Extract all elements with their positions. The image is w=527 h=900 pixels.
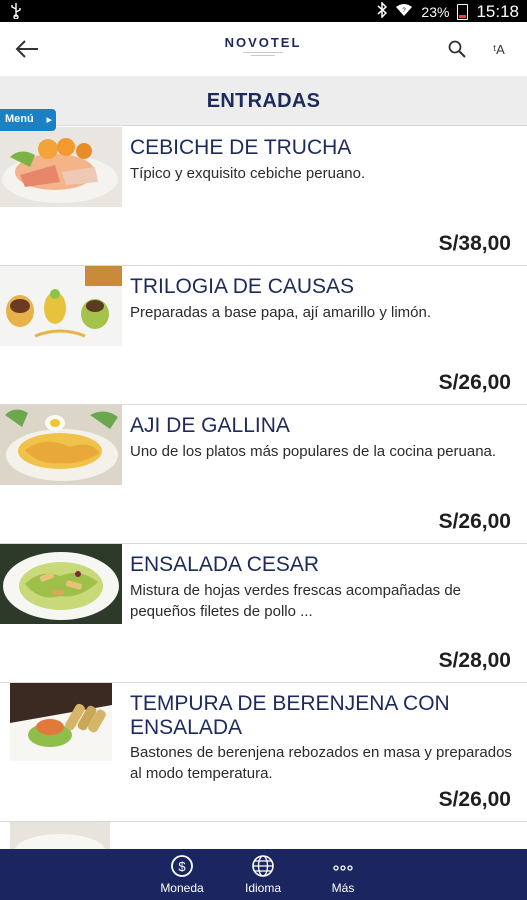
dish-name: TRILOGIA DE CAUSAS [130, 275, 355, 298]
dish-description: Típico y exquisito cebiche peruano. [130, 165, 366, 182]
bluetooth-icon [377, 1, 388, 22]
nav-mas[interactable]: Más [308, 853, 378, 896]
logo-text: NOVOTEL [224, 35, 302, 50]
dish-photo [0, 544, 122, 624]
dish-description: Mistura de hojas verdes frescas acompaña… [130, 582, 462, 620]
battery-icon [457, 4, 469, 20]
arrow-left-icon [15, 40, 38, 58]
dish-price: S/26,00 [438, 371, 511, 394]
menu-item[interactable]: TRILOGIA DE CAUSAS Preparadas a base pap… [0, 266, 527, 405]
dish-name: TEMPURA DE BERENJENA CON ENSALADA [130, 692, 450, 739]
wifi-icon: ? [395, 3, 413, 21]
app-bar: NOVOTEL ᵗA [0, 22, 527, 76]
menu-tab-label: Menú [5, 113, 34, 125]
dish-name: ENSALADA CESAR [130, 553, 320, 576]
text-size-button[interactable]: ᵗA [484, 34, 514, 64]
menu-item-partial[interactable] [0, 822, 527, 852]
dish-price: S/26,00 [438, 788, 511, 811]
nav-moneda[interactable]: $ Moneda [147, 853, 217, 896]
search-icon [448, 40, 466, 58]
dish-price: S/26,00 [438, 510, 511, 533]
dish-description: Preparadas a base papa, ají amarillo y l… [130, 304, 431, 321]
dish-name: AJI DE GALLINA [130, 414, 290, 437]
svg-text:$: $ [178, 859, 186, 874]
dish-photo [10, 683, 112, 761]
usb-icon [10, 3, 22, 22]
chevron-right-icon: ▸ [46, 114, 52, 126]
bottom-nav: $ Moneda Idioma Más [0, 849, 527, 900]
menu-item[interactable]: AJI DE GALLINA Uno de los platos más pop… [0, 405, 527, 544]
dish-description: Uno de los platos más populares de la co… [130, 443, 497, 460]
dish-photo [10, 822, 110, 852]
battery-percent: 23% [421, 4, 450, 20]
text-size-icon: ᵗA [493, 41, 505, 57]
section-header: ENTRADAS [0, 76, 527, 126]
novotel-logo: NOVOTEL [203, 36, 323, 56]
search-button[interactable] [442, 34, 472, 64]
globe-icon [228, 853, 298, 879]
more-dots-icon [308, 853, 378, 879]
back-button[interactable] [10, 32, 44, 66]
currency-icon: $ [147, 853, 217, 879]
dish-photo [0, 266, 122, 346]
nav-idioma[interactable]: Idioma [228, 853, 298, 896]
dish-description: Bastones de berenjena rebozados en masa … [130, 744, 512, 782]
menu-tab[interactable]: Menú ▸ [0, 109, 56, 131]
dish-name: CEBICHE DE TRUCHA [130, 136, 352, 159]
status-bar: ? 23% 15:18 [0, 0, 527, 22]
menu-item[interactable]: TEMPURA DE BERENJENA CON ENSALADA Baston… [0, 683, 527, 822]
clock: 15:18 [476, 2, 519, 21]
dish-photo [0, 405, 122, 485]
menu-item[interactable]: ENSALADA CESAR Mistura de hojas verdes f… [0, 544, 527, 683]
nav-label: Moneda [160, 881, 204, 895]
nav-label: Más [331, 881, 355, 895]
menu-item[interactable]: CEBICHE DE TRUCHA Típico y exquisito ceb… [0, 127, 527, 266]
dish-price: S/38,00 [438, 232, 511, 255]
dish-price: S/28,00 [438, 649, 511, 672]
dish-photo [0, 127, 122, 207]
page-title: ENTRADAS [206, 90, 321, 112]
nav-label: Idioma [244, 881, 282, 895]
